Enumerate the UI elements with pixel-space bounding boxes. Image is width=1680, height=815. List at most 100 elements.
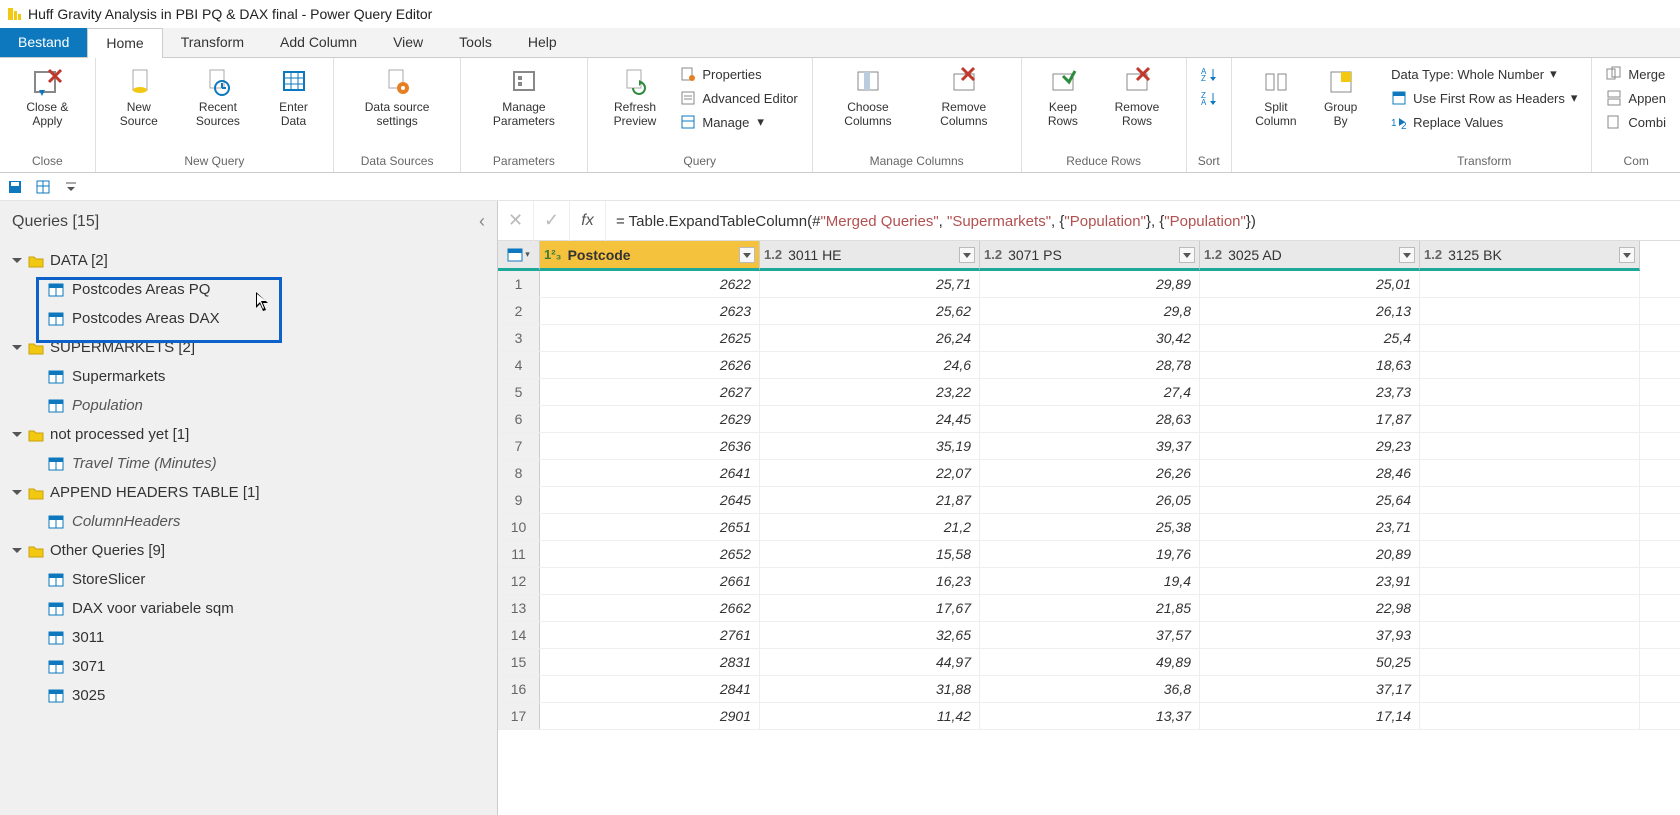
cell[interactable]: 17,14 — [1200, 703, 1420, 729]
column-filter-button[interactable] — [1179, 247, 1195, 263]
enter-data-button[interactable]: Enter Data — [262, 62, 325, 133]
recent-sources-button[interactable]: Recent Sources — [174, 62, 262, 133]
cell[interactable]: 28,46 — [1200, 460, 1420, 486]
cell[interactable] — [1420, 622, 1640, 648]
remove-columns-button[interactable]: Remove Columns — [915, 62, 1012, 133]
column-header[interactable]: 1.23011 HE — [760, 241, 980, 271]
query-item[interactable]: Postcodes Areas DAX — [0, 304, 497, 333]
cell[interactable]: 17,67 — [760, 595, 980, 621]
cell[interactable]: 16,23 — [760, 568, 980, 594]
cell[interactable]: 24,45 — [760, 406, 980, 432]
cell[interactable]: 2622 — [540, 271, 760, 297]
merge-queries-button[interactable]: Merge — [1604, 64, 1668, 84]
sort-desc-button[interactable]: ZA — [1199, 88, 1219, 108]
cell[interactable] — [1420, 460, 1640, 486]
cell[interactable]: 25,38 — [980, 514, 1200, 540]
manage-parameters-button[interactable]: Manage Parameters — [469, 62, 579, 133]
tab-add-column[interactable]: Add Column — [262, 28, 375, 57]
cell[interactable]: 25,71 — [760, 271, 980, 297]
qat-customize-button[interactable] — [62, 178, 80, 196]
tab-tools[interactable]: Tools — [441, 28, 510, 57]
cell[interactable] — [1420, 568, 1640, 594]
table-row[interactable]: 10265121,225,3823,71 — [498, 514, 1680, 541]
data-grid[interactable]: ▾1²₃Postcode1.23011 HE1.23071 PS1.23025 … — [498, 241, 1680, 730]
cell[interactable]: 25,62 — [760, 298, 980, 324]
table-row[interactable]: 14276132,6537,5737,93 — [498, 622, 1680, 649]
table-view-button[interactable] — [34, 178, 52, 196]
cell[interactable]: 25,01 — [1200, 271, 1420, 297]
keep-rows-button[interactable]: Keep Rows — [1030, 62, 1097, 133]
cell[interactable]: 2901 — [540, 703, 760, 729]
data-source-settings-button[interactable]: Data source settings — [342, 62, 452, 133]
table-row[interactable]: 4262624,628,7818,63 — [498, 352, 1680, 379]
cell[interactable] — [1420, 487, 1640, 513]
column-header[interactable]: 1²₃Postcode — [540, 241, 760, 271]
cell[interactable]: 22,98 — [1200, 595, 1420, 621]
cell[interactable]: 39,37 — [980, 433, 1200, 459]
table-row[interactable]: 1262225,7129,8925,01 — [498, 271, 1680, 298]
cell[interactable] — [1420, 325, 1640, 351]
cell[interactable]: 20,89 — [1200, 541, 1420, 567]
column-filter-button[interactable] — [959, 247, 975, 263]
cell[interactable]: 2841 — [540, 676, 760, 702]
cell[interactable]: 35,19 — [760, 433, 980, 459]
cell[interactable]: 23,73 — [1200, 379, 1420, 405]
cell[interactable]: 50,25 — [1200, 649, 1420, 675]
cell[interactable]: 32,65 — [760, 622, 980, 648]
cell[interactable] — [1420, 379, 1640, 405]
tab-transform[interactable]: Transform — [163, 28, 262, 57]
query-item[interactable]: StoreSlicer — [0, 565, 497, 594]
combine-files-button[interactable]: Combi — [1604, 112, 1668, 132]
cell[interactable]: 18,63 — [1200, 352, 1420, 378]
cell[interactable]: 2636 — [540, 433, 760, 459]
remove-rows-button[interactable]: Remove Rows — [1096, 62, 1178, 133]
data-type-button[interactable]: Data Type: Whole Number▾ — [1389, 64, 1579, 84]
sort-asc-button[interactable]: AZ — [1199, 64, 1219, 84]
replace-values-button[interactable]: 12Replace Values — [1389, 112, 1579, 132]
cell[interactable]: 21,87 — [760, 487, 980, 513]
table-row[interactable]: 17290111,4213,3717,14 — [498, 703, 1680, 730]
close-apply-button[interactable]: Close & Apply — [8, 62, 87, 133]
tab-view[interactable]: View — [375, 28, 441, 57]
column-filter-button[interactable] — [1619, 247, 1635, 263]
table-row[interactable]: 15283144,9749,8950,25 — [498, 649, 1680, 676]
column-filter-button[interactable] — [1399, 247, 1415, 263]
query-folder[interactable]: DATA [2] — [0, 246, 497, 275]
cell[interactable]: 23,22 — [760, 379, 980, 405]
cell[interactable]: 36,8 — [980, 676, 1200, 702]
table-row[interactable]: 6262924,4528,6317,87 — [498, 406, 1680, 433]
cell[interactable] — [1420, 703, 1640, 729]
manage-query-button[interactable]: Manage▾ — [678, 112, 799, 132]
cell[interactable]: 2623 — [540, 298, 760, 324]
formula-input[interactable]: = Table.ExpandTableColumn(#"Merged Queri… — [606, 201, 1680, 241]
cell[interactable]: 2652 — [540, 541, 760, 567]
cell[interactable] — [1420, 649, 1640, 675]
query-folder[interactable]: not processed yet [1] — [0, 420, 497, 449]
query-item[interactable]: 3071 — [0, 652, 497, 681]
column-header[interactable]: 1.23025 AD — [1200, 241, 1420, 271]
table-row[interactable]: 5262723,2227,423,73 — [498, 379, 1680, 406]
cell[interactable] — [1420, 298, 1640, 324]
cell[interactable]: 30,42 — [980, 325, 1200, 351]
cell[interactable]: 21,2 — [760, 514, 980, 540]
cell[interactable]: 2761 — [540, 622, 760, 648]
cell[interactable] — [1420, 271, 1640, 297]
table-row[interactable]: 3262526,2430,4225,4 — [498, 325, 1680, 352]
cell[interactable]: 49,89 — [980, 649, 1200, 675]
query-item[interactable]: 3025 — [0, 681, 497, 710]
cell[interactable]: 26,05 — [980, 487, 1200, 513]
query-folder[interactable]: Other Queries [9] — [0, 536, 497, 565]
cell[interactable] — [1420, 541, 1640, 567]
cell[interactable]: 19,76 — [980, 541, 1200, 567]
cell[interactable]: 44,97 — [760, 649, 980, 675]
table-row[interactable]: 16284131,8836,837,17 — [498, 676, 1680, 703]
cell[interactable]: 29,89 — [980, 271, 1200, 297]
cell[interactable]: 37,93 — [1200, 622, 1420, 648]
cell[interactable] — [1420, 433, 1640, 459]
cell[interactable] — [1420, 676, 1640, 702]
row-header-corner[interactable]: ▾ — [498, 241, 540, 271]
properties-button[interactable]: Properties — [678, 64, 799, 84]
cell[interactable]: 2661 — [540, 568, 760, 594]
query-folder[interactable]: APPEND HEADERS TABLE [1] — [0, 478, 497, 507]
cell[interactable] — [1420, 595, 1640, 621]
